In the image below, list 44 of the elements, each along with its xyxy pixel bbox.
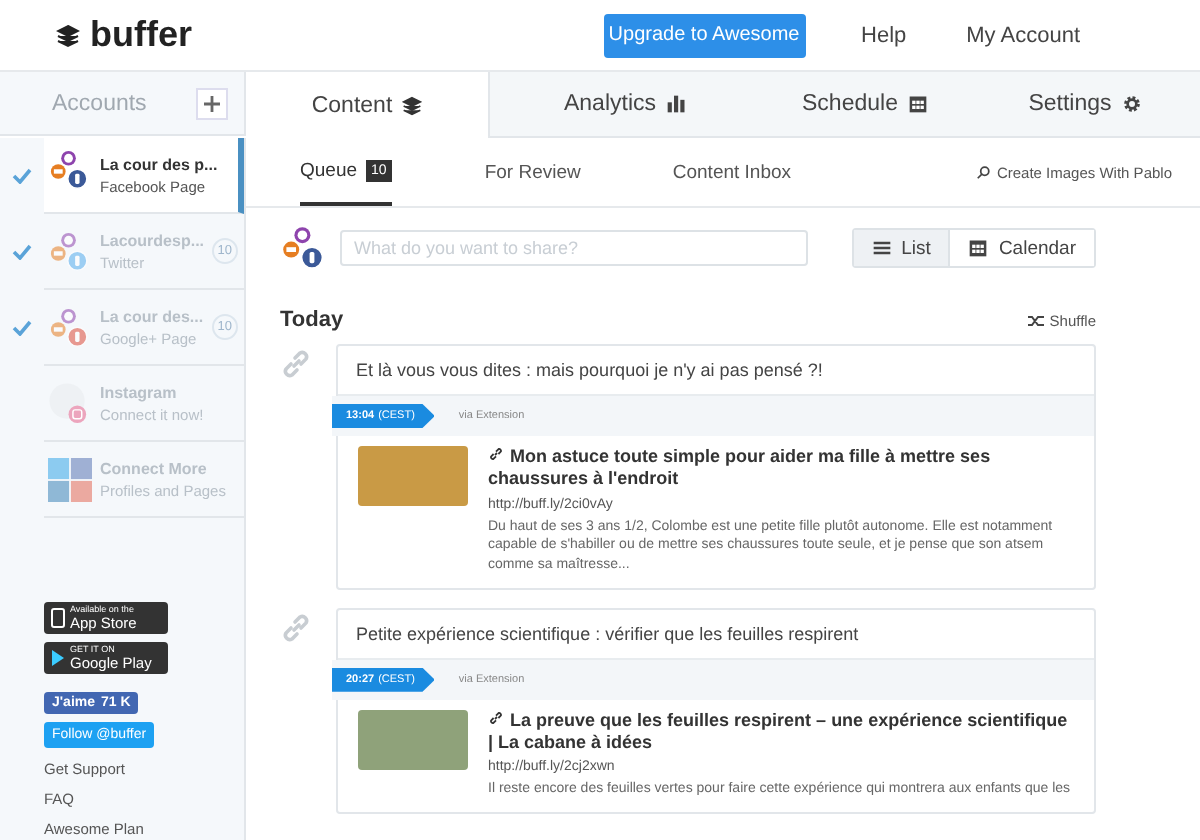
profile-avatar-icon: [280, 224, 328, 272]
nav-tab[interactable]: Analytics: [490, 72, 760, 136]
header-link[interactable]: My Account: [966, 23, 1080, 47]
nav-tab[interactable]: Content: [246, 72, 490, 138]
accounts-heading: Accounts: [52, 91, 147, 115]
instagram-icon: [48, 381, 92, 425]
nav-tab[interactable]: Settings: [970, 72, 1200, 136]
bar-chart-icon: [666, 94, 687, 114]
shuffle-icon: [1027, 313, 1044, 327]
layers-icon: [402, 95, 423, 115]
header-link[interactable]: Help: [861, 23, 907, 47]
account-name: Lacourdesp...: [100, 231, 204, 249]
nav-tab[interactable]: Schedule: [760, 72, 970, 136]
view-toggle-button[interactable]: List: [853, 230, 951, 266]
add-account-button[interactable]: [196, 87, 228, 119]
day-heading: Today: [280, 308, 344, 332]
account-name: La cour des...: [100, 307, 204, 325]
profile-avatar-icon: [48, 148, 92, 192]
photo-placeholder: [358, 709, 468, 770]
list-icon: [871, 238, 892, 258]
sub-tab[interactable]: For Review: [484, 138, 581, 206]
profile-avatar-icon: [48, 305, 92, 349]
logo-icon: [56, 23, 80, 47]
play-icon: [50, 648, 66, 668]
link-title[interactable]: La preuve que les feuilles respirent – une expérience scientifique | La cabane à idées: [488, 709, 1074, 755]
link-title[interactable]: Mon astuce toute simple pour aider ma fille à mettre ses chaussures à l'endroit: [488, 446, 1074, 491]
account-name: Instagram: [100, 383, 179, 401]
account-name: Connect More: [100, 459, 209, 477]
settings-icon: [1121, 94, 1142, 114]
account-name: La cour des p...: [100, 155, 220, 173]
profile-avatar-icon: [48, 229, 92, 273]
calendar-icon: [968, 238, 989, 258]
magnifier-icon: [976, 165, 991, 179]
photo-placeholder: [358, 446, 468, 506]
link-icon: [488, 709, 504, 726]
social-grid-icon: [48, 457, 92, 501]
plus-icon: [204, 95, 220, 111]
sub-tab[interactable]: Content Inbox: [672, 138, 792, 206]
link-icon: [280, 611, 312, 644]
phone-icon: [50, 608, 66, 628]
logo-text: buffer: [90, 14, 192, 56]
calendar-icon: [907, 94, 928, 114]
link-icon: [488, 446, 504, 462]
link-icon: [280, 348, 312, 380]
